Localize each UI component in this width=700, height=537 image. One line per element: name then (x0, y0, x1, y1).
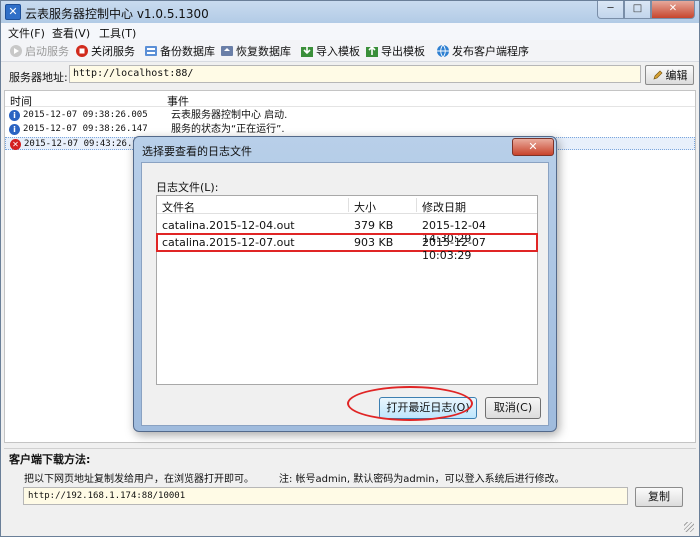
import-icon (301, 45, 313, 57)
file-date: 2015-12-07 10:03:29 (422, 236, 486, 262)
backup-db-label: 备份数据库 (160, 45, 215, 58)
cancel-button[interactable]: 取消(C) (485, 397, 541, 419)
globe-icon (437, 44, 449, 58)
dialog-body: 日志文件(L): 文件名 大小 修改日期 catalina.2015-12-04… (141, 162, 549, 426)
col-size[interactable]: 大小 (354, 199, 376, 215)
title-bar: ✕ 云表服务器控制中心 v1.0.5.1300 ─ □ ✕ (1, 1, 699, 23)
publish-client-button[interactable]: 发布客户端程序 (436, 43, 529, 59)
menu-tools[interactable]: 工具(T) (99, 25, 136, 41)
start-service-label: 启动服务 (25, 45, 69, 58)
download-note: 注: 帐号admin, 默认密码为admin，可以登入系统后进行修改。 (279, 474, 565, 485)
start-service-button[interactable]: 启动服务 (9, 43, 69, 59)
file-size: 903 KB (354, 236, 394, 249)
maximize-button[interactable]: □ (624, 1, 651, 19)
play-icon (10, 45, 22, 57)
restore-db-label: 恢复数据库 (236, 45, 291, 58)
export-icon (366, 45, 378, 57)
column-divider[interactable] (348, 198, 349, 212)
server-address-label: 服务器地址: (9, 71, 68, 84)
log-event: 云表服务器控制中心 启动. (171, 110, 288, 121)
col-file-name[interactable]: 文件名 (162, 199, 195, 215)
edit-button[interactable]: 编辑 (645, 65, 694, 85)
database-restore-icon (221, 46, 233, 56)
app-logo-icon: ✕ (5, 4, 21, 20)
menu-file[interactable]: 文件(F) (8, 25, 45, 41)
restore-db-button[interactable]: 恢复数据库 (220, 43, 291, 59)
log-files-label: 日志文件(L): (156, 181, 219, 194)
file-list-header: 文件名 大小 修改日期 (157, 196, 537, 214)
stop-icon (76, 45, 88, 57)
download-url-field[interactable]: http://192.168.1.174:88/10001 (23, 487, 628, 505)
import-template-button[interactable]: 导入模板 (300, 43, 360, 59)
database-backup-icon (145, 46, 157, 56)
pencil-icon (652, 70, 662, 80)
log-row[interactable]: i 2015-12-07 09:38:26.005 云表服务器控制中心 启动. (5, 109, 695, 122)
menu-bar: 文件(F) 查看(V) 工具(T) (1, 23, 699, 40)
download-title: 客户端下载方法: (9, 453, 91, 466)
export-template-button[interactable]: 导出模板 (365, 43, 425, 59)
log-col-event[interactable]: 事件 (167, 93, 189, 109)
log-row[interactable]: i 2015-12-07 09:38:26.147 服务的状态为“正在运行”. (5, 123, 695, 136)
backup-db-button[interactable]: 备份数据库 (144, 43, 215, 59)
error-icon: ✕ (10, 139, 21, 150)
download-description: 把以下网页地址复制发给用户，在浏览器打开即可。 (24, 474, 254, 485)
info-icon: i (9, 110, 20, 121)
column-divider[interactable] (416, 198, 417, 212)
publish-client-label: 发布客户端程序 (452, 45, 529, 58)
close-button[interactable]: ✕ (651, 1, 695, 19)
log-header: 时间 事件 (5, 91, 695, 109)
file-row-highlighted[interactable]: catalina.2015-12-07.out 903 KB 2015-12-0… (156, 233, 538, 262)
open-recent-log-button[interactable]: 打开最近日志(O) (379, 397, 477, 419)
copy-button[interactable]: 复制 (635, 487, 683, 507)
log-file-dialog: 选择要查看的日志文件 ✕ 日志文件(L): 文件名 大小 修改日期 catali… (133, 136, 557, 432)
edit-button-label: 编辑 (665, 69, 688, 82)
stop-service-label: 关闭服务 (91, 45, 135, 58)
export-template-label: 导出模板 (381, 45, 425, 58)
window-title: 云表服务器控制中心 v1.0.5.1300 (25, 7, 209, 21)
stop-service-button[interactable]: 关闭服务 (75, 43, 135, 59)
file-name: catalina.2015-12-04.out (162, 219, 295, 232)
toolbar: 启动服务 关闭服务 备份数据库 恢复数据库 导入模板 导出模板 发布客户端程序 (1, 40, 699, 62)
minimize-button[interactable]: ─ (597, 1, 624, 19)
log-file-list[interactable]: 文件名 大小 修改日期 catalina.2015-12-04.out 379 … (156, 195, 538, 385)
log-time: 2015-12-07 09:38:26.147 (23, 124, 148, 134)
col-modified[interactable]: 修改日期 (422, 199, 466, 215)
client-download-panel: 客户端下载方法: 把以下网页地址复制发给用户，在浏览器打开即可。 注: 帐号ad… (4, 448, 696, 534)
server-address-field[interactable]: http://localhost:88/ (69, 65, 641, 83)
log-event: 服务的状态为“正在运行”. (171, 124, 285, 135)
file-name: catalina.2015-12-07.out (162, 236, 295, 249)
log-time: 2015-12-07 09:38:26.005 (23, 110, 148, 120)
file-size: 379 KB (354, 219, 394, 232)
window-controls: ─ □ ✕ (597, 1, 695, 19)
log-time: 2015-12-07 09:43:26.98 (24, 139, 144, 149)
resize-grip[interactable] (684, 522, 694, 532)
menu-view[interactable]: 查看(V) (52, 25, 90, 41)
log-col-time[interactable]: 时间 (10, 93, 32, 109)
file-row[interactable]: catalina.2015-12-04.out 379 KB 2015-12-0… (157, 217, 537, 245)
dialog-close-button[interactable]: ✕ (512, 138, 554, 156)
dialog-title: 选择要查看的日志文件 (142, 145, 252, 158)
import-template-label: 导入模板 (316, 45, 360, 58)
info-icon: i (9, 124, 20, 135)
